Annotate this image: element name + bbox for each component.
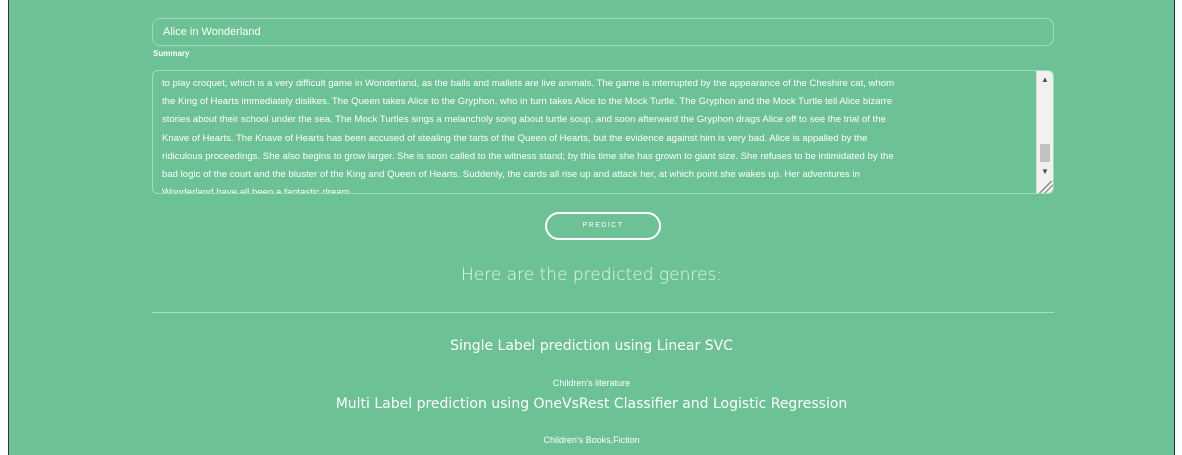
results-heading: Here are the predicted genres: [460,265,723,285]
book-title-input[interactable] [152,18,1054,46]
resize-grip-icon[interactable] [1039,181,1053,193]
summary-line: ridiculous proceedings. She also begins … [162,150,894,162]
triangle-up-icon[interactable]: ▲ [1037,73,1053,87]
summary-line: the King of Hearts immediately dislikes.… [162,96,893,108]
summary-textarea[interactable]: to play croquet, which is a very difficu… [152,70,1054,194]
summary-line: Wonderland have all been a fantastic dre… [162,187,353,194]
single-label-heading: Single Label prediction using Linear SVC [450,338,733,354]
summary-line: stories about their school under the sea… [162,114,886,126]
single-label-result: Children's literature [552,378,631,388]
summary-scrollbar[interactable]: ▲ ▼ [1036,71,1053,193]
summary-label: Summary [153,49,190,58]
summary-line: to play croquet, which is a very difficu… [162,78,895,89]
summary-line: Knave of Hearts. The Knave of Hearts has… [162,132,868,144]
summary-line: bad logic of the court and the bluster o… [162,169,860,181]
summary-text[interactable]: to play croquet, which is a very difficu… [162,75,1032,194]
scrollbar-thumb[interactable] [1040,144,1050,162]
predict-button[interactable]: PREDICT [545,212,661,240]
app-frame: Summary to play croquet, which is a very… [8,0,1175,455]
multi-label-result: Children's Books,Fiction [543,435,640,445]
divider [152,312,1054,313]
triangle-down-icon[interactable]: ▼ [1037,165,1053,179]
multi-label-heading: Multi Label prediction using OneVsRest C… [335,396,848,412]
